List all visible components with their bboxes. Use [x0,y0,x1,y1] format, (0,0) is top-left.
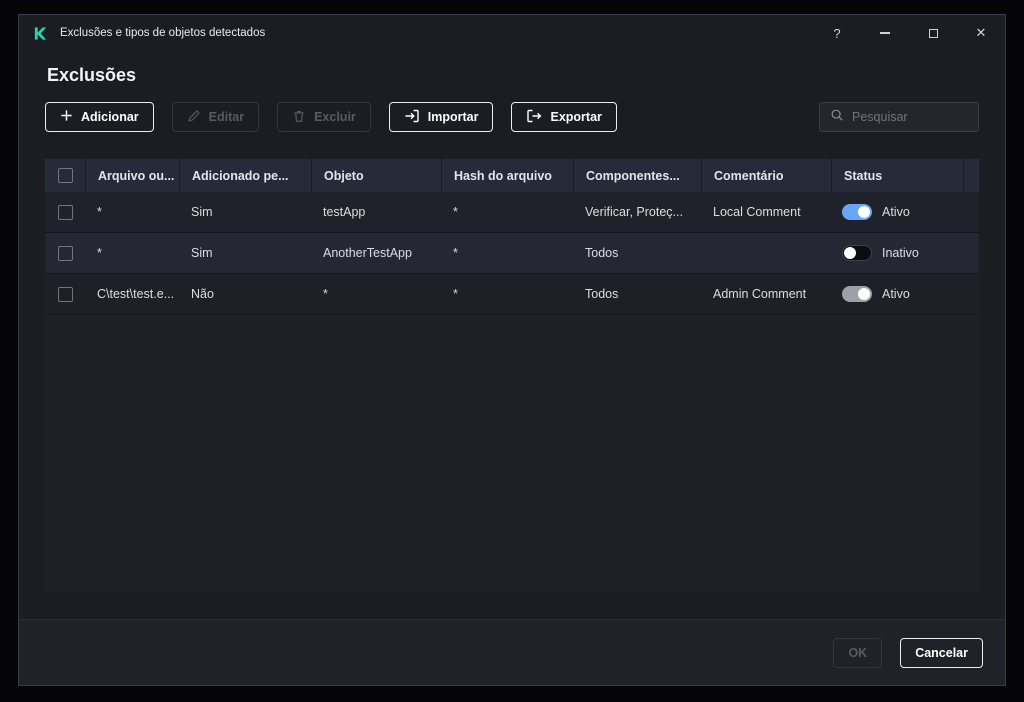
app-window: Exclusões e tipos de objetos detectados … [18,14,1006,686]
row-checkbox[interactable] [57,286,73,302]
maximize-button[interactable] [909,15,957,51]
row-checkbox-cell [45,245,85,261]
maximize-icon [928,28,938,38]
column-header-file[interactable]: Arquivo ou... [85,159,179,192]
cell-file: * [97,205,102,219]
status-label: Ativo [882,205,910,219]
dialog-footer: OK Cancelar [19,619,1005,685]
status-toggle[interactable] [842,245,872,261]
column-header-filler [963,159,979,192]
window-title: Exclusões e tipos de objetos detectados [60,27,266,39]
cell-file: C\test\test.e... [97,287,175,301]
window-controls: ? ✕ [813,15,1005,51]
status-toggle[interactable] [842,204,872,220]
minimize-icon [880,32,890,34]
close-button[interactable]: ✕ [957,15,1005,51]
row-checkbox[interactable] [57,204,73,220]
minimize-button[interactable] [861,15,909,51]
column-header-object[interactable]: Objeto [311,159,441,192]
row-checkbox[interactable] [57,245,73,261]
cell-comment: Local Comment [713,205,801,219]
toolbar: Adicionar Editar Excluir Importar Export… [45,102,979,132]
column-header-components[interactable]: Componentes... [573,159,701,192]
page-title: Exclusões [47,65,137,85]
table-header: Arquivo ou... Adicionado pe... Objeto Ha… [45,159,979,192]
search-icon [830,108,844,127]
cell-file: * [97,246,102,260]
cell-object: * [323,287,328,301]
delete-button-label: Excluir [314,110,356,124]
cell-added-by: Sim [191,205,213,219]
row-checkbox-cell [45,286,85,302]
export-button-label: Exportar [550,110,602,124]
cell-added-by: Sim [191,246,213,260]
select-all-checkbox[interactable] [57,168,73,183]
column-header-hash[interactable]: Hash do arquivo [441,159,573,192]
search-input[interactable] [852,110,968,124]
table-row[interactable]: C\test\test.e... Não * * Todos Admin Com… [45,274,979,315]
cell-hash: * [453,205,458,219]
cell-components: Todos [585,246,619,260]
delete-button[interactable]: Excluir [277,102,371,132]
cell-added-by: Não [191,287,214,301]
column-header-comment[interactable]: Comentário [701,159,831,192]
search-box [819,102,979,132]
edit-button[interactable]: Editar [171,102,260,132]
trash-icon [292,109,306,126]
cell-comment: Admin Comment [713,287,807,301]
cell-object: AnotherTestApp [323,246,412,260]
cell-object: testApp [323,205,366,219]
exclusions-table: Arquivo ou... Adicionado pe... Objeto Ha… [45,159,979,593]
import-button[interactable]: Importar [388,102,494,132]
add-button[interactable]: Adicionar [45,102,154,132]
help-button[interactable]: ? [813,15,861,51]
cancel-button[interactable]: Cancelar [900,637,983,668]
status-toggle[interactable] [842,286,872,302]
plus-icon [60,109,73,125]
edit-button-label: Editar [208,110,245,124]
cell-hash: * [453,246,458,260]
export-button[interactable]: Exportar [511,102,617,132]
column-header-status[interactable]: Status [831,159,963,192]
row-checkbox-cell [45,204,85,220]
export-icon [526,109,542,126]
cell-hash: * [453,287,458,301]
ok-button[interactable]: OK [833,637,883,668]
cell-components: Verificar, Proteç... [585,205,683,219]
cell-components: Todos [585,287,619,301]
import-button-label: Importar [427,110,479,124]
status-label: Ativo [882,287,910,301]
column-header-added-by[interactable]: Adicionado pe... [179,159,311,192]
import-icon [404,109,420,126]
table-row[interactable]: * Sim AnotherTestApp * Todos Inativo [45,233,979,274]
cell-status: Ativo [831,204,963,220]
add-button-label: Adicionar [81,110,139,124]
header-checkbox-cell [45,159,85,192]
cell-status: Ativo [831,286,963,302]
title-bar: Exclusões e tipos de objetos detectados … [19,15,1005,51]
status-label: Inativo [882,246,919,260]
pencil-icon [187,109,201,126]
table-row[interactable]: * Sim testApp * Verificar, Proteç... Loc… [45,192,979,233]
cell-status: Inativo [831,245,963,261]
kaspersky-logo-icon [33,26,48,41]
